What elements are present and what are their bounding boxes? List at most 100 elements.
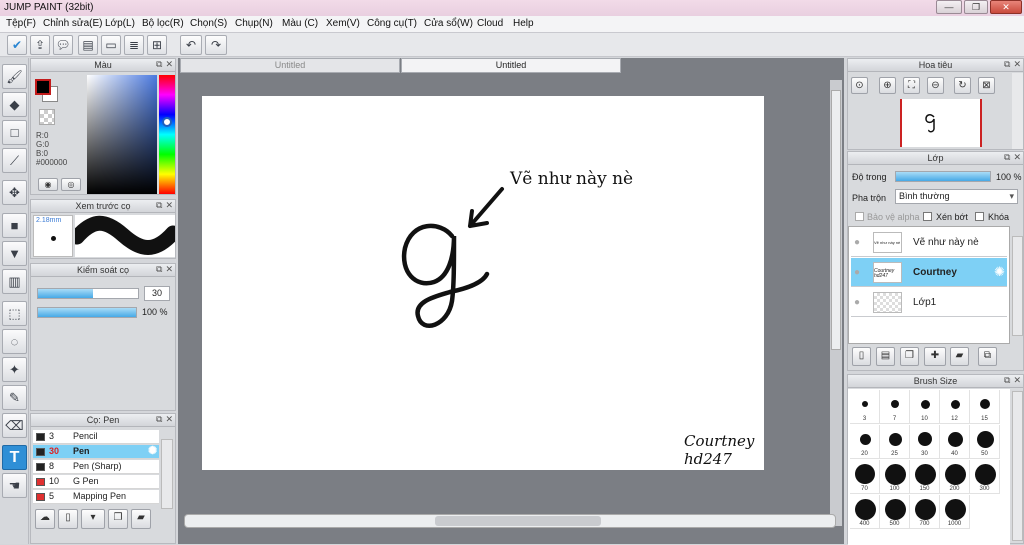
brush-size-option[interactable]: 300	[970, 460, 1000, 494]
new-layer-icon[interactable]: ▯	[852, 347, 871, 366]
brush-size-option[interactable]: 700	[910, 495, 940, 529]
protect-alpha-checkbox[interactable]	[855, 212, 864, 221]
hand-icon[interactable]: ☚	[2, 473, 27, 498]
horizontal-scroll-thumb[interactable]	[435, 516, 601, 526]
select-rect-icon[interactable]: ⬚	[2, 301, 27, 326]
cloud-brush-icon[interactable]: ☁	[35, 509, 55, 529]
brush-size-option[interactable]: 12	[940, 390, 970, 424]
layer-list-scrollbar[interactable]	[1012, 236, 1023, 336]
menu-edit[interactable]: Chỉnh sửa(E)	[43, 18, 103, 29]
rotate-icon[interactable]: ↻	[954, 77, 971, 94]
brush-item-g-pen[interactable]: 10 G Pen	[33, 475, 159, 489]
float-icon[interactable]: ⧉	[1004, 59, 1010, 69]
reset-view-icon[interactable]: ⊠	[978, 77, 995, 94]
tab-untitled-2[interactable]: Untitled	[401, 58, 621, 73]
share-icon[interactable]: ⇪	[30, 35, 50, 55]
layer-row-layer1[interactable]: ● Lớp1	[851, 288, 1007, 317]
zoom-out-icon[interactable]: ⊖	[927, 77, 944, 94]
gradient-icon[interactable]: ▥	[2, 269, 27, 294]
horizontal-scrollbar[interactable]	[184, 514, 836, 528]
float-icon[interactable]: ⧉	[156, 264, 162, 274]
menu-cloud[interactable]: Cloud	[477, 18, 503, 29]
brush-size-option[interactable]: 1000	[940, 495, 970, 529]
menu-layer[interactable]: Lớp(L)	[105, 18, 135, 29]
close-icon[interactable]: ✕	[1013, 152, 1021, 162]
close-button[interactable]: ✕	[990, 0, 1022, 14]
brush-item-pen[interactable]: 30 Pen ✺	[33, 445, 159, 459]
magic-wand-icon[interactable]: ✦	[2, 357, 27, 382]
menu-tools[interactable]: Công cụ(T)	[367, 18, 417, 29]
menu-capture[interactable]: Chụp(N)	[235, 18, 273, 29]
menu-filter[interactable]: Bộ lọc(R)	[142, 18, 184, 29]
brush-size-input[interactable]: 30	[144, 286, 170, 301]
brush-size-option[interactable]: 3	[850, 390, 880, 424]
merge-layer-icon[interactable]: ⧉	[978, 347, 997, 366]
brush-size-option[interactable]: 400	[850, 495, 880, 529]
close-icon[interactable]: ✕	[1013, 59, 1021, 69]
brush-item-pencil[interactable]: 3 Pencil	[33, 430, 159, 444]
hue-slider[interactable]	[159, 75, 175, 194]
brush-opacity-slider[interactable]	[37, 307, 137, 318]
brush-size-option[interactable]: 30	[910, 425, 940, 459]
float-icon[interactable]: ⧉	[156, 414, 162, 424]
transparent-swatch[interactable]	[39, 109, 55, 125]
folder-icon[interactable]: ▰	[950, 347, 969, 366]
eye-icon[interactable]: ●	[854, 237, 860, 248]
zoom-fit-icon[interactable]: ⊙	[851, 77, 868, 94]
bucket-icon[interactable]: ▼	[2, 241, 27, 266]
eraser-icon[interactable]: ◆	[2, 92, 27, 117]
rect-icon[interactable]: □	[2, 120, 27, 145]
menu-select[interactable]: Chọn(S)	[190, 18, 227, 29]
palette-icon[interactable]: ◉	[38, 178, 58, 191]
maximize-button[interactable]: ❐	[964, 0, 988, 14]
grid-icon[interactable]: ⊞	[147, 35, 167, 55]
settings-gear-icon[interactable]: ✺	[994, 264, 1005, 280]
duplicate-layer-icon[interactable]: ❐	[900, 347, 919, 366]
close-icon[interactable]: ✕	[165, 264, 173, 274]
line-icon[interactable]: ⟋	[2, 148, 27, 173]
close-icon[interactable]: ✕	[165, 414, 173, 424]
foreground-color-swatch[interactable]	[35, 79, 51, 95]
redo-icon[interactable]: ↷	[205, 35, 227, 55]
copy-brush-icon[interactable]: ❐	[108, 509, 128, 529]
brush-size-slider[interactable]	[37, 288, 139, 299]
menu-view[interactable]: Xem(V)	[326, 18, 360, 29]
vertical-scrollbar[interactable]	[830, 80, 842, 526]
new-layer-alt-icon[interactable]: ▤	[876, 347, 895, 366]
float-icon[interactable]: ⧉	[1004, 152, 1010, 162]
tab-untitled-1[interactable]: Untitled	[180, 58, 400, 73]
folder-icon[interactable]: ▰	[131, 509, 151, 529]
brush-size-option[interactable]: 15	[970, 390, 1000, 424]
select-eraser-icon[interactable]: ⌫	[2, 413, 27, 438]
float-icon[interactable]: ⧉	[1004, 375, 1010, 385]
new-brush-icon[interactable]: ▯	[58, 509, 78, 529]
brush-size-option[interactable]: 100	[880, 460, 910, 494]
close-icon[interactable]: ✕	[1013, 375, 1021, 385]
fill-rect-icon[interactable]: ■	[2, 213, 27, 238]
menu-color[interactable]: Màu (C)	[282, 18, 318, 29]
eye-icon[interactable]: ●	[854, 297, 860, 308]
lasso-icon[interactable]: ◌	[2, 329, 27, 354]
brush-size-scrollbar[interactable]	[1012, 391, 1023, 541]
saturation-value-picker[interactable]	[87, 75, 157, 194]
page-icon[interactable]: ▭	[101, 35, 121, 55]
brush-size-option[interactable]: 7	[880, 390, 910, 424]
fit-window-icon[interactable]: ⛶	[903, 77, 920, 94]
brush-size-option[interactable]: 20	[850, 425, 880, 459]
clipping-checkbox[interactable]	[923, 212, 932, 221]
brush-icon[interactable]: 🖌︎	[2, 64, 27, 89]
float-icon[interactable]: ⧉	[156, 59, 162, 69]
eye-icon[interactable]: ●	[854, 267, 860, 278]
brush-item-pen-sharp[interactable]: 8 Pen (Sharp)	[33, 460, 159, 474]
brush-size-option[interactable]: 10	[910, 390, 940, 424]
navigator-scrollbar[interactable]	[1012, 73, 1023, 149]
brush-menu-icon[interactable]: ▾	[81, 509, 105, 529]
settings-gear-icon[interactable]: ✺	[148, 445, 157, 458]
hue-handle[interactable]	[162, 117, 172, 127]
menu-help[interactable]: Help	[513, 18, 534, 29]
check-icon[interactable]: ✔	[7, 35, 27, 55]
brush-size-option[interactable]: 200	[940, 460, 970, 494]
brush-size-option[interactable]: 500	[880, 495, 910, 529]
layer-row-courtney[interactable]: ● Courtney hd247 Courtney ✺	[851, 258, 1007, 287]
text-icon[interactable]: T	[2, 445, 27, 470]
